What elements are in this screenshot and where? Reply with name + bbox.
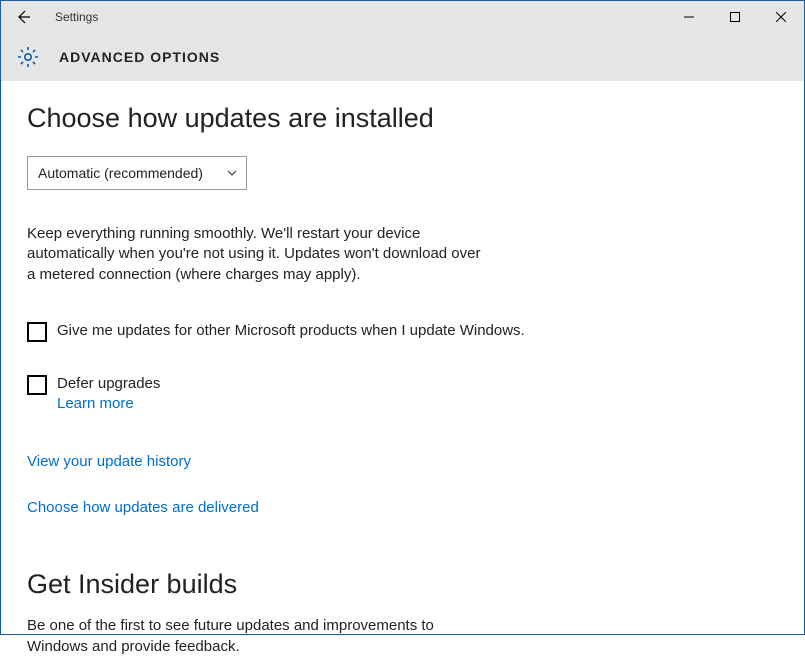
page-title: ADVANCED OPTIONS bbox=[59, 49, 220, 65]
checkbox-defer-label: Defer upgrades bbox=[57, 374, 160, 394]
install-mode-dropdown[interactable]: Automatic (recommended) bbox=[27, 156, 247, 190]
checkbox-defer-upgrades[interactable] bbox=[27, 375, 47, 395]
chevron-down-icon bbox=[226, 167, 238, 179]
gear-icon bbox=[15, 44, 41, 70]
app-title: Settings bbox=[55, 10, 98, 24]
checkbox-row-defer: Defer upgrades Learn more bbox=[27, 374, 567, 414]
back-button[interactable] bbox=[9, 3, 37, 31]
delivery-optimization-link[interactable]: Choose how updates are delivered bbox=[27, 499, 259, 516]
titlebar: Settings bbox=[1, 1, 804, 33]
maximize-icon bbox=[730, 12, 740, 22]
page-header: ADVANCED OPTIONS bbox=[1, 33, 804, 81]
close-icon bbox=[776, 12, 786, 22]
close-button[interactable] bbox=[758, 1, 804, 33]
maximize-button[interactable] bbox=[712, 1, 758, 33]
update-history-link[interactable]: View your update history bbox=[27, 453, 191, 470]
checkbox-other-products[interactable] bbox=[27, 322, 47, 342]
install-mode-description: Keep everything running smoothly. We'll … bbox=[27, 224, 487, 285]
back-arrow-icon bbox=[15, 9, 31, 25]
content-area: Choose how updates are installed Automat… bbox=[1, 81, 804, 657]
section-heading-insider: Get Insider builds bbox=[27, 569, 778, 600]
section-heading-updates: Choose how updates are installed bbox=[27, 103, 778, 134]
dropdown-selected-value: Automatic (recommended) bbox=[38, 165, 203, 181]
insider-description: Be one of the first to see future update… bbox=[27, 616, 487, 657]
minimize-icon bbox=[684, 12, 694, 22]
learn-more-link[interactable]: Learn more bbox=[57, 395, 134, 412]
minimize-button[interactable] bbox=[666, 1, 712, 33]
checkbox-other-products-label: Give me updates for other Microsoft prod… bbox=[57, 321, 525, 341]
checkbox-row-other-products: Give me updates for other Microsoft prod… bbox=[27, 321, 567, 342]
